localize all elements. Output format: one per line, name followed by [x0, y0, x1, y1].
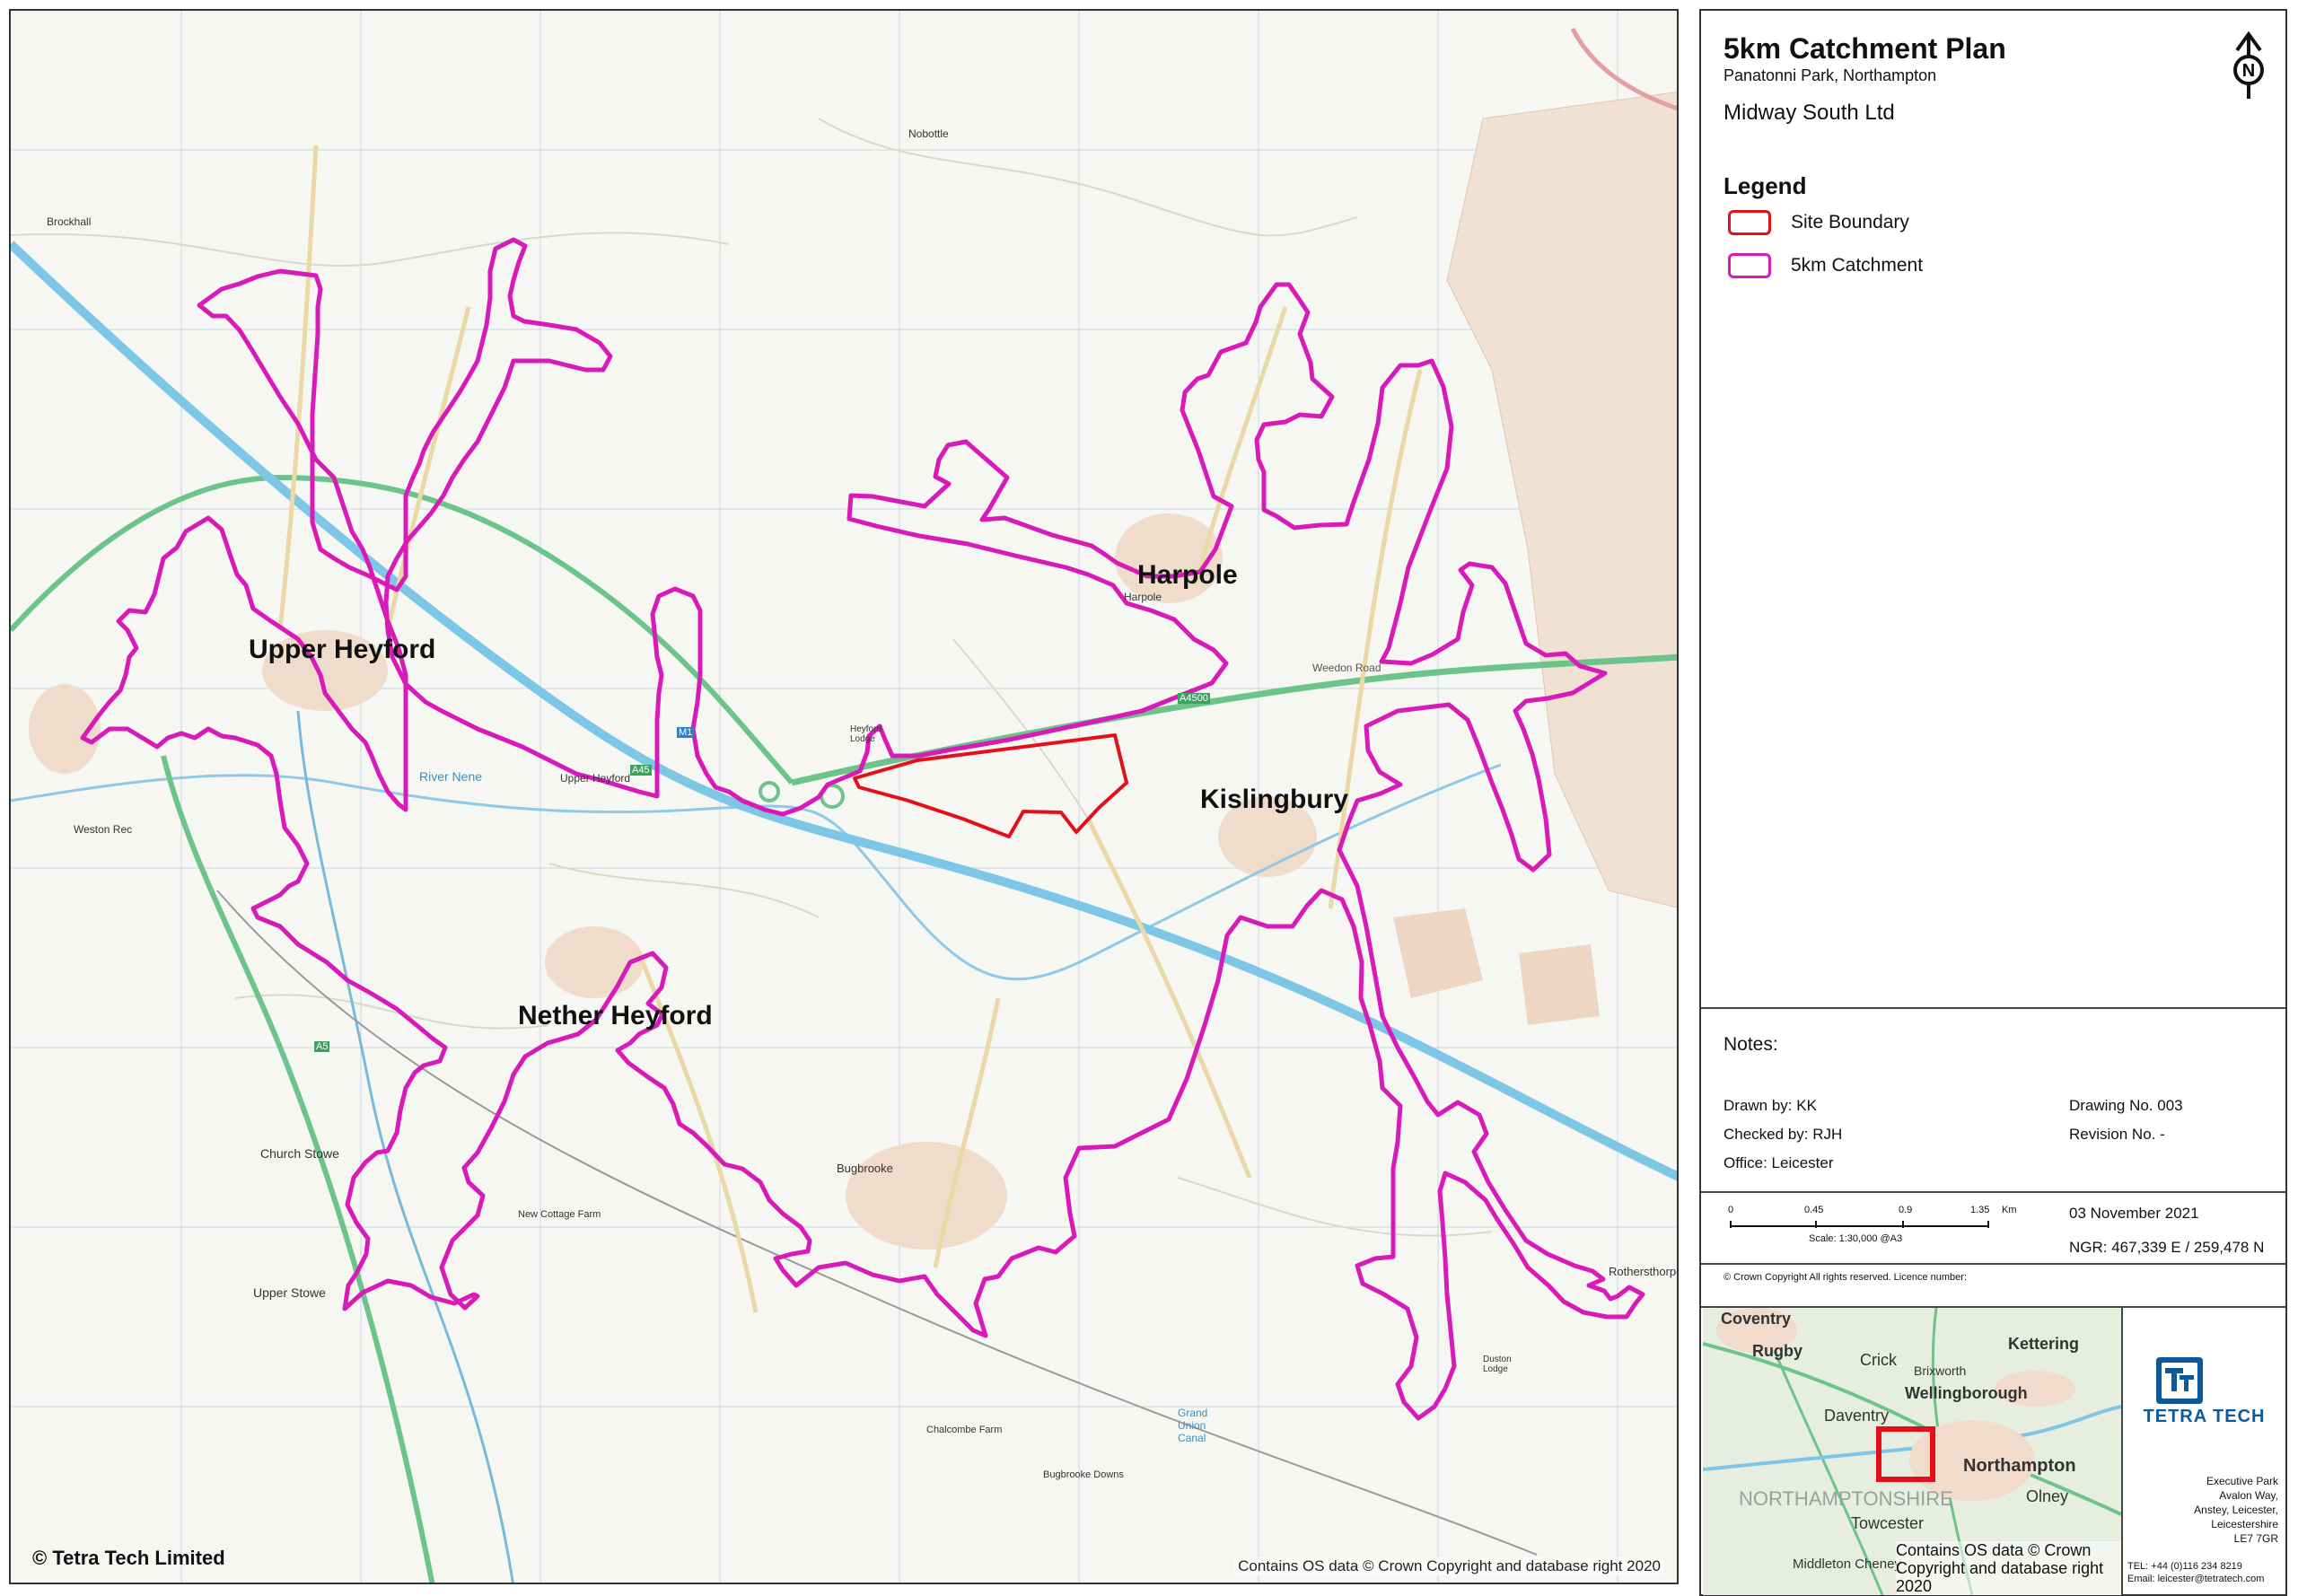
inset-copyright: Contains OS data © Crown Copyright and d… [1896, 1541, 2121, 1595]
label-upper-heyford-small: Upper Heyford [560, 772, 631, 785]
label-upper-stowe: Upper Stowe [253, 1285, 326, 1300]
map-canvas[interactable]: Brockhall Upper Heyford River Nene Westo… [9, 9, 1679, 1584]
label-river-nene: River Nene [419, 769, 483, 784]
drawing-number: Drawing No. 003 [2069, 1097, 2183, 1114]
town-label-upper-heyford: Upper Heyford [249, 635, 436, 664]
junction-roundabout [759, 781, 780, 802]
legend-item-site-boundary: Site Boundary [1728, 210, 1909, 235]
drawn-by: Drawn by: KK [1724, 1097, 1817, 1114]
address-line: Leicestershire [2211, 1518, 2278, 1530]
title-panel: 5km Catchment Plan Panatonni Park, North… [1699, 9, 2287, 1596]
catchment-swatch [1728, 253, 1771, 278]
checked-by: Checked by: RJH [1724, 1126, 1843, 1143]
inset-label-northampton: Northampton [1963, 1456, 2076, 1476]
inset-label-kettering: Kettering [2008, 1335, 2080, 1353]
address-line: Anstey, Leicester, [2194, 1504, 2278, 1516]
town-label-kislingbury: Kislingbury [1200, 785, 1349, 814]
label-weston-rec: Weston Rec [74, 823, 133, 836]
scale-tick-0: 0 [1728, 1205, 1734, 1215]
north-arrow-icon: N [2233, 31, 2264, 99]
label-grand-union-canal: Grand Union Canal [1178, 1407, 1208, 1444]
company-email[interactable]: Email: leicester@tetratech.com [2127, 1573, 2264, 1585]
site-boundary-swatch [1728, 210, 1771, 235]
divider [1701, 1007, 2285, 1009]
address-line: LE7 7GR [2233, 1532, 2278, 1545]
industrial-area [1393, 908, 1483, 998]
inset-label-northamptonshire: NORTHAMPTONSHIRE [1739, 1487, 1953, 1510]
scale-tick-2: 0.9 [1899, 1205, 1913, 1215]
label-weedon-road: Weedon Road [1312, 662, 1381, 674]
ngr-reference: NGR: 467,339 E / 259,478 N [2069, 1239, 2265, 1256]
legend-item-catchment: 5km Catchment [1728, 253, 1923, 278]
inset-label-olney: Olney [2026, 1487, 2069, 1505]
label-m1: M1 [677, 727, 695, 738]
inset-label-rugby: Rugby [1752, 1342, 1802, 1360]
svg-text:N: N [2242, 61, 2255, 81]
village-areas [29, 513, 1317, 1250]
address-line: Executive Park [2206, 1475, 2278, 1487]
urban-area-northampton [1446, 92, 1677, 908]
scale-text: Scale: 1:30,000 @A3 [1809, 1233, 1903, 1244]
label-a45: A45 [630, 765, 652, 776]
label-duston-lodge: Duston Lodge [1483, 1355, 1512, 1374]
scale-tick-3: 1.35 [1970, 1205, 1990, 1215]
crown-copyright: © Crown Copyright All rights reserved. L… [1724, 1272, 1967, 1283]
inset-label-wellingborough: Wellingborough [1905, 1384, 2028, 1402]
inset-locator-map: Coventry Rugby Kettering Wellingborough … [1703, 1308, 2123, 1595]
town-label-harpole: Harpole [1137, 560, 1238, 590]
inset-label-towcester: Towcester [1851, 1514, 1925, 1532]
m1-motorway [11, 241, 1677, 1181]
label-bugbrooke-downs: Bugbrooke Downs [1043, 1469, 1124, 1480]
label-harpole-small: Harpole [1124, 591, 1162, 603]
inset-label-daventry: Daventry [1824, 1407, 1890, 1425]
town-label-nether-heyford: Nether Heyford [518, 1001, 713, 1030]
legend-heading: Legend [1724, 172, 1807, 199]
divider [1701, 1263, 2285, 1265]
scale-bar-line [1730, 1221, 1989, 1228]
plan-title: 5km Catchment Plan [1724, 32, 2006, 65]
company-name: TETRA TECH [2143, 1407, 2266, 1426]
legend-label: 5km Catchment [1791, 255, 1924, 276]
plan-subtitle: Panatonni Park, Northampton [1724, 66, 1937, 84]
scale-tick-1: 0.45 [1804, 1205, 1824, 1215]
divider [1701, 1191, 2285, 1193]
client-name: Midway South Ltd [1724, 101, 1895, 125]
map-copyright-tetratech: © Tetra Tech Limited [32, 1547, 225, 1569]
office: Office: Leicester [1724, 1154, 1834, 1171]
label-new-cottage-farm: New Cottage Farm [518, 1209, 601, 1220]
label-bugbrooke: Bugbrooke [837, 1162, 893, 1175]
label-heyford-lodge: Heyford Lodge [850, 724, 882, 744]
plan-date: 03 November 2021 [2069, 1205, 2199, 1222]
inset-label-brixworth: Brixworth [1914, 1364, 1967, 1378]
map-grid [11, 11, 1677, 1583]
inset-label-coventry: Coventry [1721, 1310, 1792, 1328]
scale-bar: 0 0.45 0.9 1.35 Km Scale: 1:30,000 @A3 [1728, 1205, 2024, 1250]
label-chalcombe-farm: Chalcombe Farm [926, 1425, 1003, 1435]
industrial-area-2 [1519, 944, 1600, 1025]
label-rothersthorpe: Rothersthorpe [1609, 1265, 1679, 1278]
revision-number: Revision No. - [2069, 1126, 2165, 1143]
company-contact: TEL: +44 (0)116 234 8219 Email: leiceste… [2127, 1560, 2264, 1585]
legend-label: Site Boundary [1791, 212, 1909, 232]
label-a4500: A4500 [1178, 693, 1210, 704]
address-line: Avalon Way, [2219, 1489, 2278, 1502]
label-brockhall: Brockhall [47, 215, 92, 228]
scale-unit: Km [2002, 1205, 2017, 1215]
map-graphics [11, 11, 1677, 1583]
inset-label-middleton-cheney: Middleton Cheney [1793, 1557, 1901, 1572]
company-tel: TEL: +44 (0)116 234 8219 [2127, 1561, 2242, 1572]
company-address: Executive Park Avalon Way, Anstey, Leice… [2121, 1474, 2278, 1546]
site-boundary [853, 733, 1128, 838]
inset-label-crick: Crick [1860, 1351, 1897, 1369]
label-church-stowe: Church Stowe [260, 1146, 339, 1161]
label-a5: A5 [314, 1041, 330, 1052]
map-copyright-os: Contains OS data © Crown Copyright and d… [1234, 1557, 1664, 1575]
label-nobottle: Nobottle [908, 127, 949, 140]
notes-label: Notes: [1724, 1034, 1778, 1055]
